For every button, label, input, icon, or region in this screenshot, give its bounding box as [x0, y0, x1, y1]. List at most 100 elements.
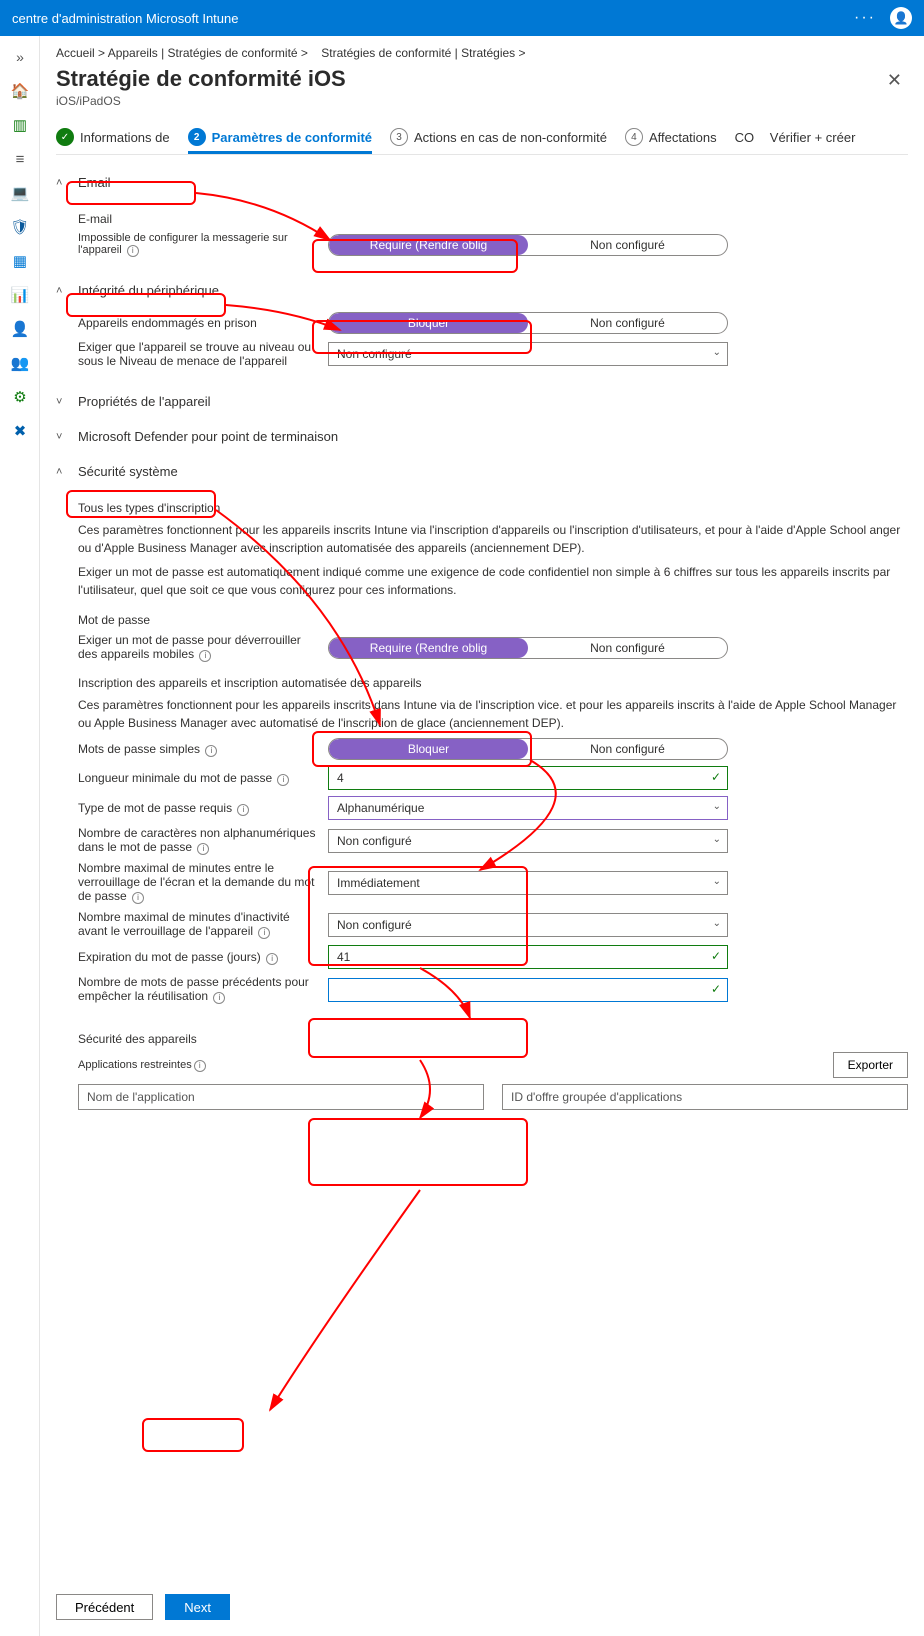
email-toggle[interactable]: Require (Rendre oblig Non configuré — [328, 234, 728, 256]
info-icon[interactable]: i — [205, 745, 217, 757]
step-noncompliance[interactable]: 3Actions en cas de non-conformité — [390, 128, 607, 154]
nav-reports-icon[interactable]: 📊 — [0, 278, 40, 312]
pwtype-select[interactable]: Alphanumérique ⌄ — [328, 796, 728, 820]
chevron-down-icon: ⌄ — [713, 347, 721, 358]
nonalpha-label: Nombre de caractères non alphanumériques… — [78, 826, 318, 855]
expire-label: Expiration du mot de passe (jours) i — [78, 950, 318, 965]
prev-value[interactable] — [337, 983, 705, 997]
step-compliance-label: Paramètres de conformité — [212, 130, 372, 145]
left-nav: » 🏠 ▥ ≡ 💻 🛡 ▦ 📊 👤 👥 ⚙ ✖ — [0, 36, 40, 1636]
info-icon[interactable]: i — [213, 992, 225, 1004]
syssec-auto-h: Inscription des appareils et inscription… — [78, 676, 908, 690]
jailbroken-toggle[interactable]: Bloquer Non configuré — [328, 312, 728, 334]
simple-label: Mots de passe simples i — [78, 742, 318, 757]
section-syssec-title: Sécurité système — [78, 464, 178, 479]
maxlock-select[interactable]: Immédiatement ⌄ — [328, 871, 728, 895]
nav-users-icon[interactable]: 👤 — [0, 312, 40, 346]
bc-devices[interactable]: Appareils | Stratégies de conformité > — [108, 46, 308, 60]
syssec-para2: Exiger un mot de passe est automatiqueme… — [78, 563, 908, 599]
nav-expand-icon[interactable]: » — [0, 40, 40, 74]
section-email-title: Email — [78, 175, 111, 190]
info-icon[interactable]: i — [197, 843, 209, 855]
section-health-title: Intégrité du périphérique — [78, 283, 219, 298]
info-icon[interactable]: i — [258, 927, 270, 939]
nav-devices-icon[interactable]: 💻 — [0, 176, 40, 210]
nav-groups-icon[interactable]: 👥 — [0, 346, 40, 380]
section-email-header[interactable]: ˄ Email — [56, 169, 908, 196]
maxidle-label: Nombre maximal de minutes d'inactivité a… — [78, 910, 318, 939]
nav-dashboard-icon[interactable]: ▥ — [0, 108, 40, 142]
bc-home[interactable]: Accueil > — [56, 46, 105, 60]
reqpwd-require-pill[interactable]: Require (Rendre oblig — [329, 638, 528, 658]
section-defender-title: Microsoft Defender pour point de termina… — [78, 429, 338, 444]
export-button[interactable]: Exporter — [833, 1052, 908, 1078]
expire-input[interactable] — [328, 945, 728, 969]
email-require-pill[interactable]: Require (Rendre oblig — [329, 235, 528, 255]
minlen-input[interactable] — [328, 766, 728, 790]
info-icon[interactable]: i — [199, 650, 211, 662]
nav-home-icon[interactable]: 🏠 — [0, 74, 40, 108]
page-title: Stratégie de conformité iOS — [56, 66, 346, 92]
section-props-header[interactable]: ˅ Propriétés de l'appareil — [56, 388, 908, 415]
syssec-allenroll: Tous les types d'inscription — [78, 501, 908, 515]
nav-tenant-icon[interactable]: ⚙ — [0, 380, 40, 414]
step-compliance[interactable]: 2Paramètres de conformité — [188, 128, 372, 154]
page-subtitle: iOS/iPadOS — [56, 94, 346, 108]
nav-all-icon[interactable]: ≡ — [0, 142, 40, 176]
section-health-header[interactable]: ˄ Intégrité du périphérique — [56, 277, 908, 304]
nav-troubleshoot-icon[interactable]: ✖ — [0, 414, 40, 448]
email-setting-label: Impossible de configurer la messagerie s… — [78, 232, 318, 257]
chevron-down-icon: ⌄ — [713, 801, 721, 812]
close-icon[interactable]: ✕ — [881, 66, 908, 95]
email-notconfig-pill[interactable]: Non configuré — [528, 235, 727, 255]
maxlock-value: Immédiatement — [337, 876, 420, 890]
simple-block-pill[interactable]: Bloquer — [329, 739, 528, 759]
more-icon[interactable]: ··· — [854, 9, 876, 27]
appname-input[interactable]: Nom de l'application — [78, 1084, 484, 1110]
avatar[interactable]: 👤 — [890, 7, 912, 29]
info-icon[interactable]: i — [132, 892, 144, 904]
step-basics[interactable]: ✓Informations de — [56, 128, 170, 154]
nonalpha-select[interactable]: Non configuré ⌄ — [328, 829, 728, 853]
info-icon[interactable]: i — [127, 245, 139, 257]
previous-button[interactable]: Précédent — [56, 1594, 153, 1620]
step-review-label: Vérifier + créer — [770, 130, 856, 145]
jailbroken-block-pill[interactable]: Bloquer — [329, 313, 528, 333]
minlen-label: Longueur minimale du mot de passe i — [78, 771, 318, 786]
wizard-steps: ✓Informations de 2Paramètres de conformi… — [56, 128, 908, 155]
info-icon[interactable]: i — [277, 774, 289, 786]
pwtype-label: Type de mot de passe requis i — [78, 801, 318, 816]
jailbroken-notconfig-pill[interactable]: Non configuré — [528, 313, 727, 333]
threat-select[interactable]: Non configuré ⌄ — [328, 342, 728, 366]
simple-notconfig-pill[interactable]: Non configuré — [528, 739, 727, 759]
devicesec-h: Sécurité des appareils — [78, 1032, 908, 1046]
section-defender-header[interactable]: ˅ Microsoft Defender pour point de termi… — [56, 423, 908, 450]
maxidle-select[interactable]: Non configuré ⌄ — [328, 913, 728, 937]
nav-security-icon[interactable]: 🛡 — [0, 210, 40, 244]
section-syssec-header[interactable]: ˄ Sécurité système — [56, 458, 908, 485]
simple-toggle[interactable]: Bloquer Non configuré — [328, 738, 728, 760]
nav-apps-icon[interactable]: ▦ — [0, 244, 40, 278]
chevron-down-icon: ˅ — [56, 431, 70, 443]
threat-value: Non configuré — [337, 347, 412, 361]
syssec-para3: Ces paramètres fonctionnent pour les app… — [78, 696, 908, 732]
breadcrumb: Accueil > Appareils | Stratégies de conf… — [56, 46, 908, 60]
info-icon[interactable]: i — [194, 1060, 206, 1072]
bundleid-input[interactable]: ID d'offre groupée d'applications — [502, 1084, 908, 1110]
minlen-value[interactable] — [337, 771, 705, 785]
chevron-down-icon: ⌄ — [713, 876, 721, 887]
info-icon[interactable]: i — [266, 953, 278, 965]
step-review[interactable]: CO Vérifier + créer — [735, 130, 856, 153]
info-icon[interactable]: i — [237, 804, 249, 816]
prev-label: Nombre de mots de passe précédents pour … — [78, 975, 318, 1004]
prev-input[interactable] — [328, 978, 728, 1002]
step-assignments[interactable]: 4Affectations — [625, 128, 717, 154]
nonalpha-value: Non configuré — [337, 834, 412, 848]
next-button[interactable]: Next — [165, 1594, 230, 1620]
reqpwd-toggle[interactable]: Require (Rendre oblig Non configuré — [328, 637, 728, 659]
bc-policies[interactable]: Stratégies de conformité | Stratégies > — [321, 46, 525, 60]
chevron-down-icon: ⌄ — [713, 918, 721, 929]
expire-value[interactable] — [337, 950, 705, 964]
syssec-para1: Ces paramètres fonctionnent pour les app… — [78, 521, 908, 557]
reqpwd-notconfig-pill[interactable]: Non configuré — [528, 638, 727, 658]
